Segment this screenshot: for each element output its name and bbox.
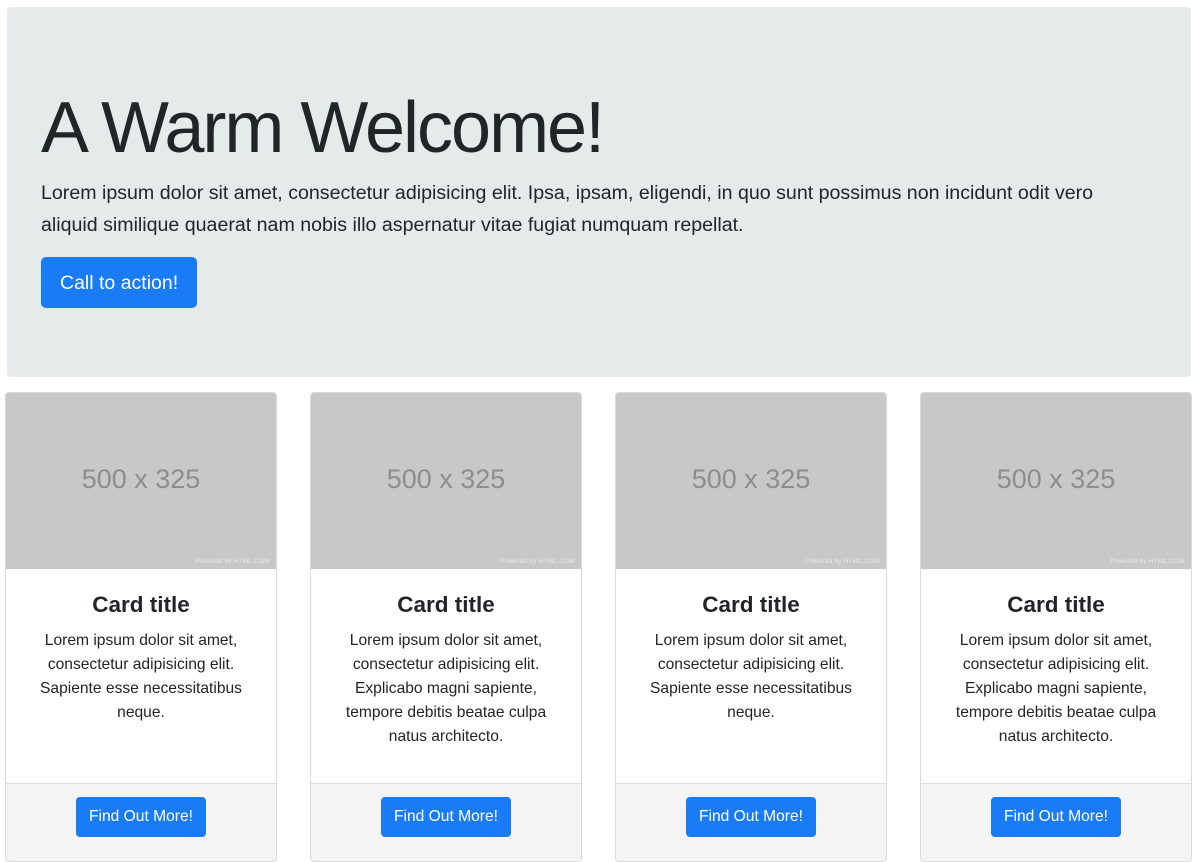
image-credit: Powered by HTML.COM [805, 558, 880, 565]
card-text: Lorem ipsum dolor sit amet, consectetur … [345, 632, 547, 745]
card-text: Lorem ipsum dolor sit amet, consectetur … [40, 632, 242, 721]
card-body: Card title Lorem ipsum dolor sit amet, c… [921, 569, 1191, 783]
image-credit: Powered by HTML.COM [195, 558, 270, 565]
image-dimensions-label: 500 x 325 [996, 464, 1116, 494]
card-title: Card title [397, 592, 495, 617]
card-text: Lorem ipsum dolor sit amet, consectetur … [650, 632, 852, 721]
image-dimensions-label: 500 x 325 [691, 464, 811, 494]
image-credit: Powered by HTML.COM [500, 558, 575, 565]
card-footer: Find Out More! [6, 783, 276, 861]
card-image-placeholder: 500 x 325 Powered by HTML.COM [311, 393, 581, 569]
find-out-more-button[interactable]: Find Out More! [991, 797, 1121, 837]
card: 500 x 325 Powered by HTML.COM Card title… [310, 392, 582, 862]
card-body: Card title Lorem ipsum dolor sit amet, c… [311, 569, 581, 783]
card: 500 x 325 Powered by HTML.COM Card title… [920, 392, 1192, 862]
card-image-placeholder: 500 x 325 Powered by HTML.COM [921, 393, 1191, 569]
card-body: Card title Lorem ipsum dolor sit amet, c… [616, 569, 886, 783]
hero-title: A Warm Welcome! [41, 88, 605, 168]
find-out-more-button[interactable]: Find Out More! [381, 797, 511, 837]
find-out-more-button[interactable]: Find Out More! [76, 797, 206, 837]
find-out-more-button[interactable]: Find Out More! [686, 797, 816, 837]
card-image-placeholder: 500 x 325 Powered by HTML.COM [616, 393, 886, 569]
hero-jumbotron: A Warm Welcome! Lorem ipsum dolor sit am… [7, 7, 1191, 377]
card-footer: Find Out More! [311, 783, 581, 861]
card-body: Card title Lorem ipsum dolor sit amet, c… [6, 569, 276, 783]
card-title: Card title [1007, 592, 1105, 617]
card-text: Lorem ipsum dolor sit amet, consectetur … [955, 632, 1157, 745]
card-row: 500 x 325 Powered by HTML.COM Card title… [5, 392, 1192, 862]
card: 500 x 325 Powered by HTML.COM Card title… [615, 392, 887, 862]
card-footer: Find Out More! [616, 783, 886, 861]
card-image-placeholder: 500 x 325 Powered by HTML.COM [6, 393, 276, 569]
card-title: Card title [92, 592, 190, 617]
hero-text: Lorem ipsum dolor sit amet, consectetur … [41, 182, 1094, 236]
card: 500 x 325 Powered by HTML.COM Card title… [5, 392, 277, 862]
image-dimensions-label: 500 x 325 [386, 464, 506, 494]
image-dimensions-label: 500 x 325 [81, 464, 201, 494]
card-footer: Find Out More! [921, 783, 1191, 861]
card-title: Card title [702, 592, 800, 617]
call-to-action-button[interactable]: Call to action! [41, 257, 198, 308]
image-credit: Powered by HTML.COM [1110, 558, 1185, 565]
